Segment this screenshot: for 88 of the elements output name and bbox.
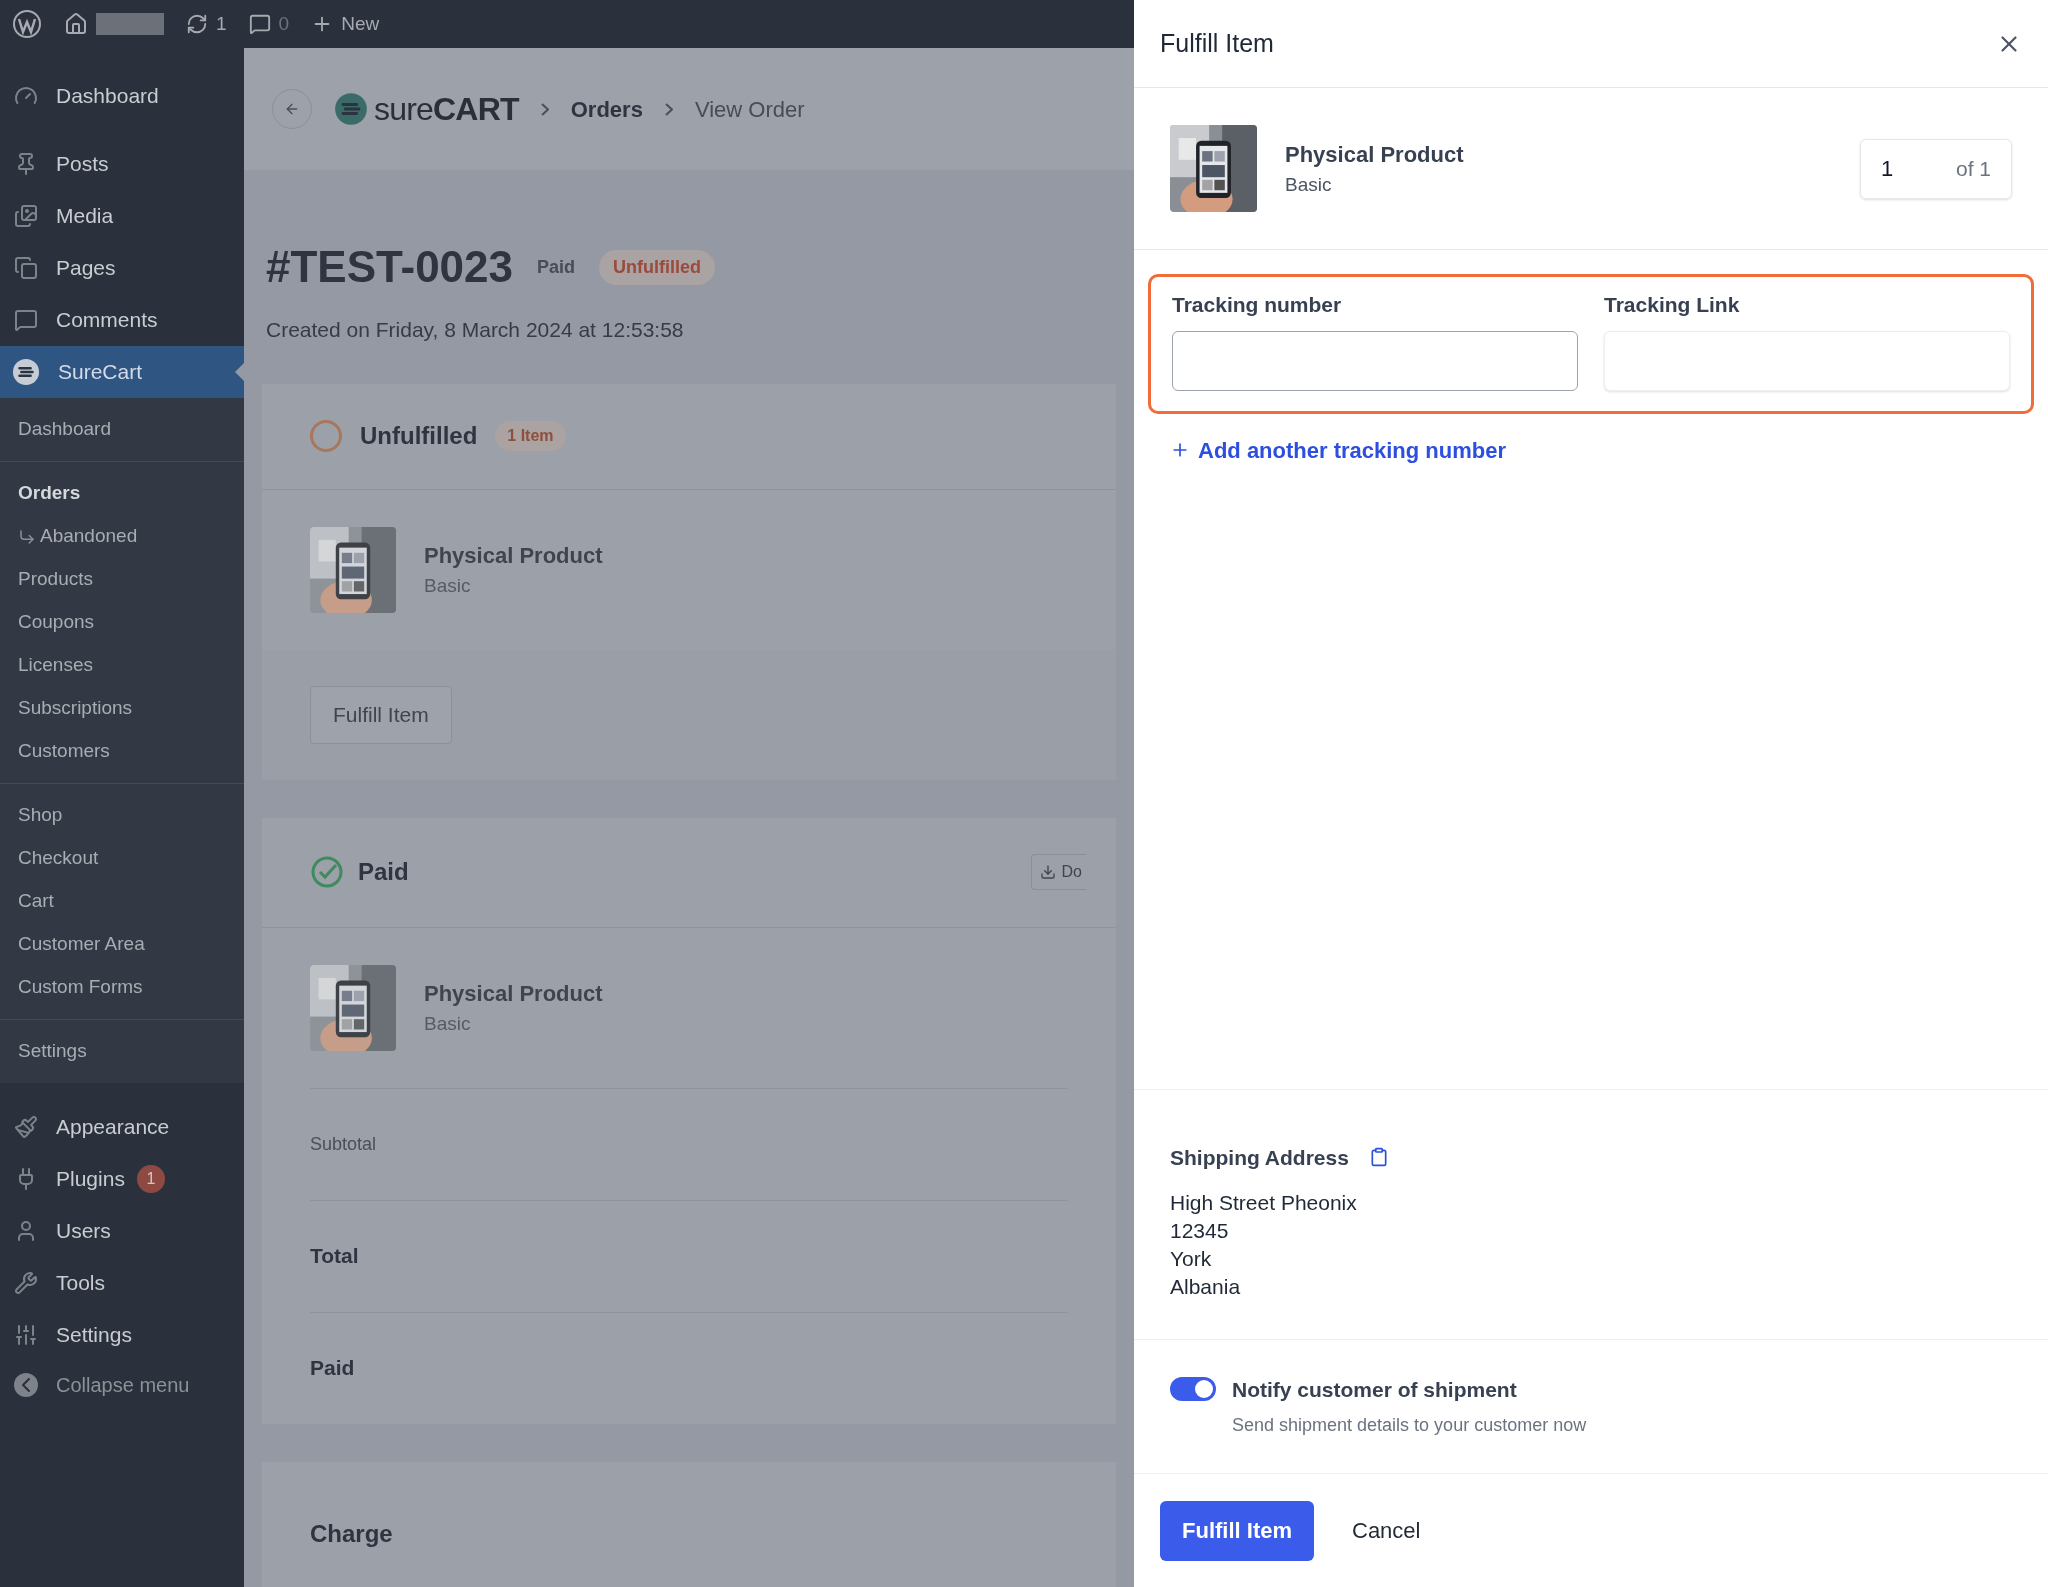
menu-item[interactable]: Plugins (56, 1163, 125, 1195)
logo-icon (334, 92, 368, 126)
updates-count[interactable]: 1 (216, 9, 227, 39)
collapse-menu-link[interactable]: Collapse menu (56, 1370, 190, 1400)
address-line: Albania (1170, 1274, 1242, 1300)
back-arrow-icon (284, 101, 300, 117)
field-label: Tracking Link (1604, 292, 1741, 318)
speech-bubble-icon[interactable] (248, 13, 271, 35)
logo-icon (12, 358, 40, 386)
menu-item[interactable]: Posts (56, 148, 109, 180)
menu-item[interactable]: Dashboard (56, 80, 159, 112)
menu-item[interactable]: Comments (56, 304, 158, 336)
quantity-field[interactable]: 1 of 1 (1860, 138, 2012, 199)
download-button[interactable]: Do (1030, 854, 1086, 890)
submenu-item[interactable]: Customer Area (18, 930, 145, 959)
wrench-icon (14, 1271, 38, 1295)
comments-count[interactable]: 0 (278, 9, 290, 39)
submenu-item[interactable]: Subscriptions (18, 694, 133, 723)
breadcrumb-link[interactable]: Orders (570, 92, 643, 126)
submenu-item[interactable]: Dashboard (18, 415, 111, 444)
submenu-item[interactable]: Checkout (18, 844, 99, 873)
card-title: Unfulfilled (360, 421, 478, 451)
payment-status: Paid (537, 255, 576, 279)
submenu-item[interactable]: Shop (18, 801, 63, 830)
submenu-item[interactable]: Custom Forms (18, 973, 143, 1002)
field-label: Tracking number (1172, 292, 1343, 318)
breadcrumb-separator-icon (664, 102, 673, 116)
images-icon (14, 204, 38, 228)
address-line: High Street Pheonix (1170, 1190, 1358, 1216)
summary-label: Total (310, 1243, 359, 1270)
card-title: Charge (310, 1518, 393, 1549)
brush-icon (14, 1115, 38, 1139)
section-title: Shipping Address (1170, 1144, 1349, 1171)
logo-text: sureCART (374, 90, 519, 129)
submenu-item[interactable]: Customers (18, 737, 110, 766)
product-variant: Basic (424, 1011, 472, 1036)
toggle-label: Notify customer of shipment (1232, 1377, 1518, 1403)
submenu-item[interactable]: Licenses (18, 651, 93, 680)
check-circle-icon (310, 855, 344, 889)
sliders-icon (14, 1323, 38, 1347)
item-count-badge: 1 Item (495, 421, 566, 451)
toggle-help-text: Send shipment details to your customer now (1232, 1413, 1587, 1437)
address-line: 12345 (1170, 1218, 1230, 1244)
menu-item[interactable]: Pages (56, 252, 116, 284)
menu-item[interactable]: Media (56, 200, 114, 232)
child-arrow-icon (18, 527, 36, 546)
menu-item-active[interactable]: SureCart (0, 346, 244, 398)
summary-label: Paid (310, 1355, 355, 1382)
fulfill-item-button[interactable]: Fulfill Item (1160, 1500, 1314, 1561)
home-icon[interactable] (64, 12, 88, 36)
address-line: York (1170, 1246, 1213, 1272)
drawer-title: Fulfill Item (1160, 27, 1274, 59)
created-date: Created on Friday, 8 March 2024 at 12:53:58 (265, 317, 685, 343)
menu-item[interactable]: Appearance (56, 1111, 170, 1143)
summary-label: Subtotal (310, 1132, 377, 1156)
cancel-button[interactable]: Cancel (1336, 1500, 1437, 1561)
wordpress-logo-icon[interactable] (12, 9, 42, 39)
download-icon (1039, 864, 1056, 880)
quantity-total: of 1 (1955, 155, 1991, 182)
new-link[interactable]: New (341, 9, 380, 39)
card-title: Paid (358, 857, 410, 887)
count-badge: 1 (136, 1165, 165, 1193)
refresh-icon[interactable] (186, 13, 208, 35)
pages-icon (14, 256, 38, 280)
submenu-item[interactable]: Coupons (18, 608, 95, 637)
order-title: #TEST-0023 (266, 241, 514, 293)
product-variant: Basic (1285, 172, 1333, 197)
product-name: Physical Product (424, 979, 603, 1008)
toggle-switch[interactable] (1170, 1377, 1216, 1401)
menu-item[interactable]: Users (56, 1215, 111, 1247)
fulfill-item-button[interactable]: Fulfill Item (310, 685, 452, 744)
text-field[interactable] (1172, 330, 1578, 391)
breadcrumb-separator-icon (540, 102, 549, 116)
add-tracking-link[interactable]: Add another tracking number (1170, 433, 1507, 467)
menu-item[interactable]: Settings (56, 1319, 132, 1351)
product-variant: Basic (424, 573, 472, 598)
quantity-value: 1 (1881, 155, 1894, 183)
submenu-item[interactable]: Settings (18, 1037, 87, 1066)
submenu-item[interactable]: Cart (18, 887, 54, 916)
speech-bubble-icon (14, 308, 38, 332)
submenu-item[interactable]: Abandoned (18, 522, 138, 551)
menu-item[interactable]: Tools (56, 1267, 106, 1299)
submenu-item[interactable]: Products (18, 565, 93, 594)
product-name: Physical Product (1285, 140, 1465, 169)
product-name: Physical Product (424, 541, 603, 570)
submenu-item[interactable]: Orders (18, 479, 81, 508)
collapse-icon[interactable] (14, 1373, 38, 1397)
status-badge: Unfulfilled (599, 249, 716, 285)
